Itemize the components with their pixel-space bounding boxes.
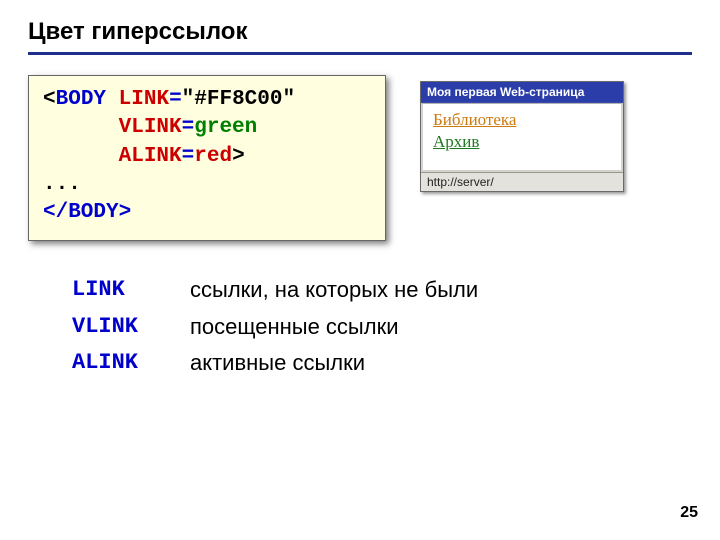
content-row: <BODY LINK="#FF8C00" VLINK=green ALINK=r…	[28, 75, 692, 241]
definition-row: ALINK активные ссылки	[72, 348, 692, 379]
browser-statusbar: http://server/	[421, 172, 623, 191]
def-desc-vlink: посещенные ссылки	[190, 312, 399, 343]
definitions-list: LINK ссылки, на которых не были VLINK по…	[72, 275, 692, 379]
def-term-alink: ALINK	[72, 348, 162, 379]
def-term-vlink: VLINK	[72, 312, 162, 343]
code-alink-attr: ALINK	[119, 145, 182, 168]
code-link-eq: =	[169, 88, 182, 111]
code-link-attr: LINK	[119, 88, 169, 111]
slide: Цвет гиперссылок <BODY LINK="#FF8C00" VL…	[0, 0, 720, 540]
code-body-close: </BODY>	[43, 201, 131, 224]
code-alink-eq: =	[182, 145, 195, 168]
def-desc-link: ссылки, на которых не были	[190, 275, 478, 306]
preview-link-visited[interactable]: Архив	[433, 132, 611, 152]
title-rule	[28, 52, 692, 55]
code-vlink-val: green	[194, 116, 257, 139]
code-gt: >	[232, 145, 245, 168]
def-desc-alink: активные ссылки	[190, 348, 365, 379]
def-term-link: LINK	[72, 275, 162, 306]
page-number: 25	[680, 504, 698, 522]
browser-preview: Моя первая Web-страница Библиотека Архив…	[420, 81, 624, 192]
code-body-tag: BODY	[56, 88, 106, 111]
code-example: <BODY LINK="#FF8C00" VLINK=green ALINK=r…	[28, 75, 386, 241]
slide-title: Цвет гиперссылок	[28, 18, 692, 46]
browser-titlebar: Моя первая Web-страница	[421, 82, 623, 103]
code-link-val: "#FF8C00"	[182, 88, 295, 111]
code-lt: <	[43, 88, 56, 111]
code-alink-val: red	[194, 145, 232, 168]
code-ellipsis: ...	[43, 173, 81, 196]
definition-row: LINK ссылки, на которых не были	[72, 275, 692, 306]
definition-row: VLINK посещенные ссылки	[72, 312, 692, 343]
browser-body: Библиотека Архив	[421, 103, 623, 172]
code-vlink-eq: =	[182, 116, 195, 139]
code-vlink-attr: VLINK	[119, 116, 182, 139]
preview-link-unvisited[interactable]: Библиотека	[433, 110, 611, 130]
